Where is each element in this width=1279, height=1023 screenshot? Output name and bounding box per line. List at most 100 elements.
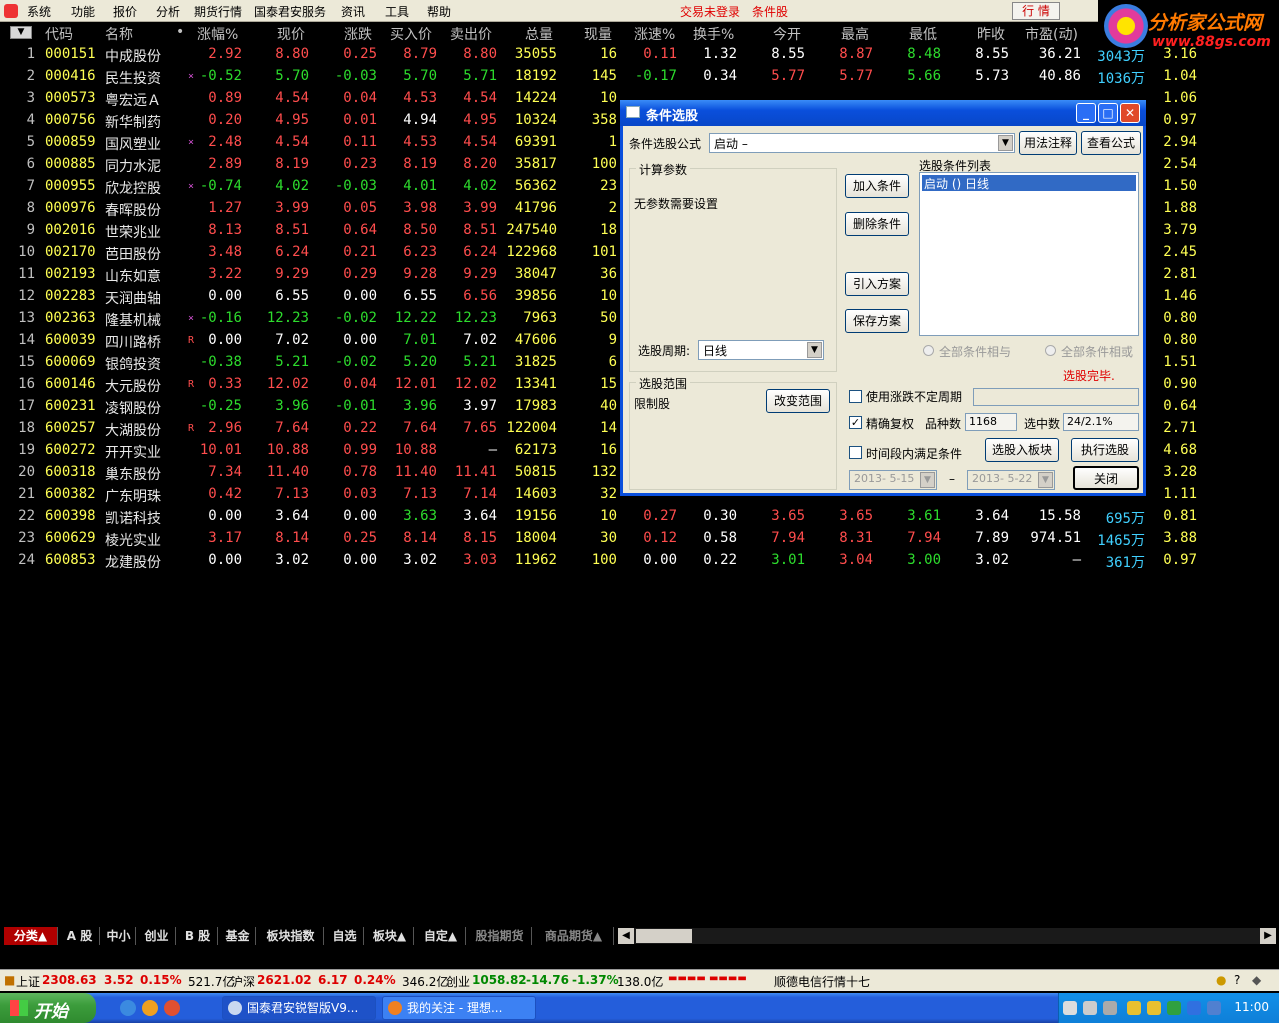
table-row[interactable]: 22 600398 凯诺科技 0.00 3.64 0.00 3.63 3.64 19156 10 0…	[0, 506, 1279, 528]
quicklaunch-app-icon[interactable]	[142, 1000, 158, 1016]
execute-select-button[interactable]: 执行选股	[1071, 438, 1139, 462]
time-range-checkbox[interactable]	[849, 446, 862, 459]
chevron-down-icon[interactable]: ▼	[807, 342, 822, 358]
maximize-icon[interactable]: □	[1098, 103, 1118, 123]
menu-tools[interactable]: 工具	[385, 3, 409, 20]
period-select[interactable]: 日线 ▼	[698, 340, 824, 360]
dialog-titlebar[interactable]: 条件选股 _ □ ✕	[620, 100, 1146, 126]
cell-price: 12.02	[266, 376, 309, 392]
col-open[interactable]: 今开	[773, 24, 801, 44]
menu-function[interactable]: 功能	[71, 3, 95, 20]
chevron-down-icon[interactable]: ▼	[998, 135, 1013, 151]
scroll-thumb[interactable]	[636, 929, 692, 943]
menu-system[interactable]: 系统	[27, 3, 51, 20]
taskbar-window-gtja[interactable]: 国泰君安锐智版V9...	[222, 996, 376, 1020]
quicklaunch-app2-icon[interactable]	[164, 1000, 180, 1016]
col-ask[interactable]: 卖出价	[450, 24, 492, 44]
col-low[interactable]: 最低	[909, 24, 937, 44]
help-tray-icon[interactable]	[1083, 1001, 1097, 1015]
tab-b-share[interactable]: B 股	[178, 927, 218, 945]
settings-icon[interactable]: ◆	[1252, 973, 1261, 987]
cell-chg: 0.78	[343, 464, 377, 480]
security-icon[interactable]	[1167, 1001, 1181, 1015]
col-prev-close[interactable]: 昨收	[977, 24, 1005, 44]
col-code[interactable]: 代码	[45, 24, 73, 44]
tab-category[interactable]: 分类▲	[4, 927, 58, 945]
radio-all-and[interactable]	[923, 345, 934, 356]
view-formula-button[interactable]: 查看公式	[1081, 131, 1141, 155]
minimize-icon[interactable]: _	[1076, 103, 1096, 123]
defender-icon[interactable]	[1207, 1001, 1221, 1015]
cell-price: 6.55	[275, 288, 309, 304]
condition-list-item[interactable]: 启动 () 日线	[922, 175, 1136, 191]
start-button[interactable]: 开始	[0, 993, 96, 1023]
menu-gtja-service[interactable]: 国泰君安服务	[254, 3, 326, 20]
exact-reweight-checkbox[interactable]: ✓	[849, 416, 862, 429]
qq2-icon[interactable]	[1147, 1001, 1161, 1015]
uncertain-period-checkbox[interactable]	[849, 390, 862, 403]
usage-note-button[interactable]: 用法注释	[1019, 131, 1077, 155]
table-row[interactable]: 2 000416 民生投资 × -0.52 5.70 -0.03 5.70 5.71 18192 1…	[0, 66, 1279, 88]
save-plan-button[interactable]: 保存方案	[845, 309, 909, 333]
trade-login-status[interactable]: 交易未登录	[680, 3, 740, 20]
quote-button[interactable]: 行 情	[1012, 2, 1060, 20]
col-turnover[interactable]: 换手%	[693, 24, 734, 44]
tab-index-futures[interactable]: 股指期货	[468, 927, 532, 945]
taskbar-window-gtja-label: 国泰君安锐智版V9...	[247, 1001, 359, 1015]
tab-gem[interactable]: 创业	[138, 927, 176, 945]
delete-condition-button[interactable]: 删除条件	[845, 212, 909, 236]
language-icon[interactable]	[1103, 1001, 1117, 1015]
formula-select[interactable]: 启动 – ▼	[709, 133, 1015, 153]
dropdown-arrow-icon[interactable]: ▼	[10, 26, 32, 39]
taskbar-window-focus[interactable]: 我的关注 - 理想...	[382, 996, 536, 1020]
scroll-right-icon[interactable]: ▶	[1260, 928, 1276, 944]
help-icon[interactable]: ?	[1234, 973, 1240, 987]
menu-help[interactable]: 帮助	[427, 3, 451, 20]
condition-list[interactable]: 启动 () 日线	[919, 172, 1139, 336]
keyboard-icon[interactable]	[1063, 1001, 1077, 1015]
to-block-button[interactable]: 选股入板块	[985, 438, 1059, 462]
table-row[interactable]: 24 600853 龙建股份 0.00 3.02 0.00 3.02 3.03 11962 100…	[0, 550, 1279, 572]
col-current-vol[interactable]: 现量	[584, 24, 612, 44]
close-icon[interactable]: ✕	[1120, 103, 1140, 123]
tab-fund[interactable]: 基金	[220, 927, 256, 945]
menu-quote[interactable]: 报价	[113, 3, 137, 20]
tab-sme[interactable]: 中小	[102, 927, 136, 945]
menu-futures[interactable]: 期货行情	[194, 3, 242, 20]
cell-bid: 5.70	[403, 68, 437, 84]
menu-analysis[interactable]: 分析	[156, 3, 180, 20]
tab-a-share[interactable]: A 股	[60, 927, 100, 945]
change-range-button[interactable]: 改变范围	[766, 389, 830, 413]
tab-commodity-futures[interactable]: 商品期货▲	[534, 927, 614, 945]
server-name[interactable]: 顺德电信行情十七	[774, 973, 870, 990]
col-high[interactable]: 最高	[841, 24, 869, 44]
add-condition-button[interactable]: 加入条件	[845, 174, 909, 198]
col-volume[interactable]: 总量	[525, 24, 553, 44]
import-plan-button[interactable]: 引入方案	[845, 272, 909, 296]
col-speed[interactable]: 涨速%	[634, 24, 675, 44]
cell-vol: 14603	[514, 486, 557, 502]
col-name[interactable]: 名称	[105, 24, 133, 44]
col-price[interactable]: 现价	[277, 24, 305, 44]
col-pe[interactable]: 市盈(动)	[1025, 24, 1078, 44]
qq-icon[interactable]	[1127, 1001, 1141, 1015]
cell-last: 2.81	[1163, 266, 1197, 282]
tab-sector[interactable]: 板块▲	[366, 927, 414, 945]
ie-icon[interactable]	[120, 1000, 136, 1016]
col-change[interactable]: 涨跌	[344, 24, 372, 44]
table-row[interactable]: 23 600629 棱光实业 3.17 8.14 0.25 8.14 8.15 18004 30 0…	[0, 528, 1279, 550]
menu-info[interactable]: 资讯	[341, 3, 365, 20]
range-group: 选股范围 限制股 改变范围	[629, 375, 837, 490]
tab-watchlist[interactable]: 自选	[326, 927, 364, 945]
scroll-left-icon[interactable]: ◀	[618, 928, 634, 944]
tab-custom[interactable]: 自定▲	[416, 927, 466, 945]
col-bid[interactable]: 买入价	[390, 24, 432, 44]
tab-sector-index[interactable]: 板块指数	[258, 927, 324, 945]
table-row[interactable]: 1 000151 中成股份 2.92 8.80 0.25 8.79 8.80 35055 16 0.…	[0, 44, 1279, 66]
col-change-pct[interactable]: 涨幅%	[197, 24, 238, 44]
radio-all-or[interactable]	[1045, 345, 1056, 356]
network-icon[interactable]	[1187, 1001, 1201, 1015]
horizontal-scrollbar[interactable]: ◀ ▶	[618, 928, 1276, 944]
lock-icon[interactable]: ●	[1216, 973, 1226, 987]
close-dialog-button[interactable]: 关闭	[1073, 466, 1139, 490]
